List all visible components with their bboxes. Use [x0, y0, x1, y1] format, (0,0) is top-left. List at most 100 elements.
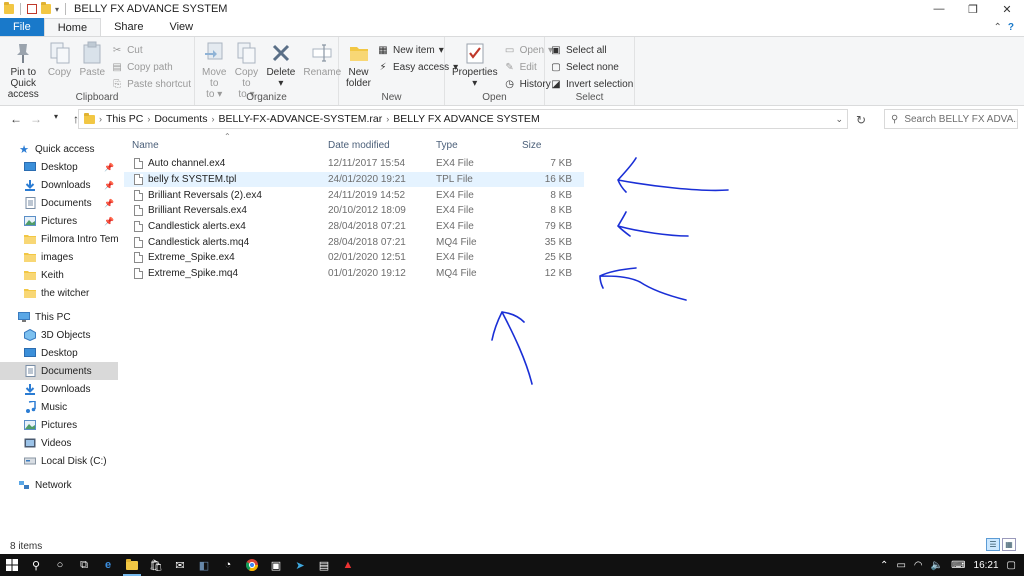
paste-shortcut-button[interactable]: ⎘ Paste shortcut [111, 77, 191, 92]
app2-icon[interactable]: ▤ [312, 554, 336, 576]
tab-share[interactable]: Share [101, 18, 156, 36]
file-type: EX4 File [436, 189, 474, 201]
nav-pc-item[interactable]: Music [0, 398, 118, 416]
folder-icon[interactable] [4, 2, 14, 14]
breadcrumb-archive[interactable]: BELLY-FX-ADVANCE-SYSTEM.rar [218, 113, 382, 125]
copy-path-button[interactable]: ▤ Copy path [111, 60, 191, 75]
nav-quick-item[interactable]: Downloads 📌 [0, 176, 118, 194]
cortana-icon[interactable]: ○ [48, 554, 72, 576]
edge-icon[interactable]: e [96, 554, 120, 576]
back-button[interactable]: ← [8, 112, 24, 126]
file-date: 12/11/2017 15:54 [328, 158, 406, 170]
refresh-icon[interactable]: ↻ [856, 113, 866, 127]
recent-locations-button[interactable]: ▾ [48, 112, 64, 126]
breadcrumb-documents[interactable]: Documents [154, 113, 207, 125]
chevron-up-icon[interactable]: ⌃ [880, 560, 888, 571]
nav-quick-item[interactable]: Keith [0, 266, 118, 284]
store-icon[interactable]: 🛍 [144, 554, 168, 576]
file-row[interactable]: Brilliant Reversals (2).ex4 24/11/2019 14… [124, 187, 584, 203]
search-input[interactable]: ⚲ Search BELLY FX ADVA... [884, 109, 1018, 129]
nav-pc-item[interactable]: Videos [0, 434, 118, 452]
file-size: 79 KB [544, 221, 572, 233]
address-row: ← → ▾ ↑ › This PC › Documents › BELLY-FX… [0, 107, 1024, 131]
tab-home[interactable]: Home [43, 18, 102, 36]
tab-file[interactable]: File [0, 18, 44, 36]
large-icons-view-button[interactable]: ▦ [1002, 538, 1016, 551]
nav-quick-item[interactable]: Filmora Intro Templ [0, 230, 118, 248]
nav-this-pc[interactable]: This PC [0, 308, 118, 326]
mail-icon[interactable]: ✉ [168, 554, 192, 576]
nav-pc-item[interactable]: 3D Objects [0, 326, 118, 344]
nav-pc-item[interactable]: Downloads [0, 380, 118, 398]
column-name[interactable]: Name [124, 140, 320, 151]
nav-quick-access[interactable]: ★ Quick access [0, 140, 118, 158]
file-row[interactable]: Extreme_Spike.mq4 01/01/2020 19:12 MQ4 Fil… [124, 266, 584, 282]
terminal-icon[interactable]: ▣ [264, 554, 288, 576]
minimize-button[interactable]: — [922, 0, 956, 18]
nav-network[interactable]: Network [0, 476, 118, 494]
select-all-button[interactable]: ▣ Select all [550, 43, 633, 58]
file-icon [134, 236, 143, 248]
notifications-icon[interactable]: ▢ [1007, 560, 1016, 571]
nav-pc-item[interactable]: Documents [0, 362, 118, 380]
forward-button[interactable]: → [28, 112, 44, 126]
chevron-down-icon[interactable]: ▾ [55, 5, 59, 14]
app-icon[interactable]: ◔ [216, 554, 240, 576]
breadcrumb-current-folder[interactable]: BELLY FX ADVANCE SYSTEM [393, 113, 539, 125]
nav-quick-item[interactable]: Desktop 📌 [0, 158, 118, 176]
invert-selection-button[interactable]: ◪ Invert selection [550, 77, 633, 92]
vs-icon[interactable]: ◧ [192, 554, 216, 576]
nav-pc-item[interactable]: Pictures [0, 416, 118, 434]
details-view-button[interactable]: ☰ [986, 538, 1000, 551]
clock[interactable]: 16:21 [974, 560, 999, 571]
column-date-modified[interactable]: Date modified [320, 140, 428, 151]
file-row[interactable]: Brilliant Reversals.ex4 20/10/2012 18:09 E… [124, 203, 584, 219]
properties-icon[interactable] [27, 4, 37, 14]
file-date: 28/04/2018 07:21 [328, 221, 406, 233]
nav-quick-item[interactable]: Documents 📌 [0, 194, 118, 212]
start-windows-icon[interactable] [0, 554, 24, 576]
file-row[interactable]: Candlestick alerts.mq4 28/04/2018 07:21 MQ… [124, 234, 584, 250]
network-icon [18, 480, 30, 491]
file-row[interactable]: Auto channel.ex4 12/11/2017 15:54 EX4 File… [124, 156, 584, 172]
metatrader-icon[interactable]: ▲ [336, 554, 360, 576]
file-row[interactable]: Candlestick alerts.ex4 28/04/2018 07:21 EX… [124, 219, 584, 235]
nav-pc-item[interactable]: Local Disk (C:) [0, 452, 118, 470]
nav-quick-item[interactable]: Pictures 📌 [0, 212, 118, 230]
maximize-button[interactable]: ❐ [956, 0, 990, 18]
nav-quick-item[interactable]: images [0, 248, 118, 266]
volume-icon[interactable]: 🔈 [931, 560, 943, 571]
nav-quick-item[interactable]: the witcher [0, 284, 118, 302]
file-row[interactable]: Extreme_Spike.ex4 02/01/2020 12:51 EX4 Fil… [124, 250, 584, 266]
keyboard-icon[interactable]: ⌨ [951, 560, 965, 571]
column-size[interactable]: Size [514, 140, 572, 151]
tab-view[interactable]: View [156, 18, 206, 36]
collapse-ribbon-icon[interactable]: ⌃ [994, 22, 1002, 33]
ribbon-tabs: File Home Share View ⌃ ? [0, 18, 1024, 36]
cut-button[interactable]: ✂ Cut [111, 43, 191, 58]
task-view-icon[interactable]: ⧉ [72, 554, 96, 576]
chrome-icon[interactable] [240, 554, 264, 576]
address-bar[interactable]: › This PC › Documents › BELLY-FX-ADVANCE… [78, 109, 848, 129]
address-dropdown-icon[interactable]: ⌄ [835, 114, 843, 125]
new-folder-icon[interactable] [41, 2, 51, 14]
close-button[interactable]: ✕ [990, 0, 1024, 18]
select-none-button[interactable]: ▢ Select none [550, 60, 633, 75]
wifi-icon[interactable]: ◠ [914, 560, 923, 571]
3d-objects-icon [24, 329, 36, 341]
nav-item-label: images [41, 251, 74, 263]
nav-pc-item[interactable]: Desktop [0, 344, 118, 362]
file-row[interactable]: belly fx SYSTEM.tpl 24/01/2020 19:21 TPL F… [124, 171, 584, 188]
breadcrumb-this-pc[interactable]: This PC [106, 113, 143, 125]
file-explorer-icon[interactable] [120, 554, 144, 576]
videos-icon [24, 438, 36, 449]
help-icon[interactable]: ? [1008, 22, 1014, 33]
desktop-icon [24, 348, 36, 359]
telegram-icon[interactable]: ➤ [288, 554, 312, 576]
network-icon[interactable]: ▭ [896, 560, 905, 571]
column-type[interactable]: Type [428, 140, 514, 151]
folder-icon [24, 270, 36, 281]
search-icon[interactable]: ⚲ [24, 554, 48, 576]
file-name: Candlestick alerts.ex4 [148, 221, 246, 233]
copy-path-icon: ▤ [112, 62, 122, 73]
